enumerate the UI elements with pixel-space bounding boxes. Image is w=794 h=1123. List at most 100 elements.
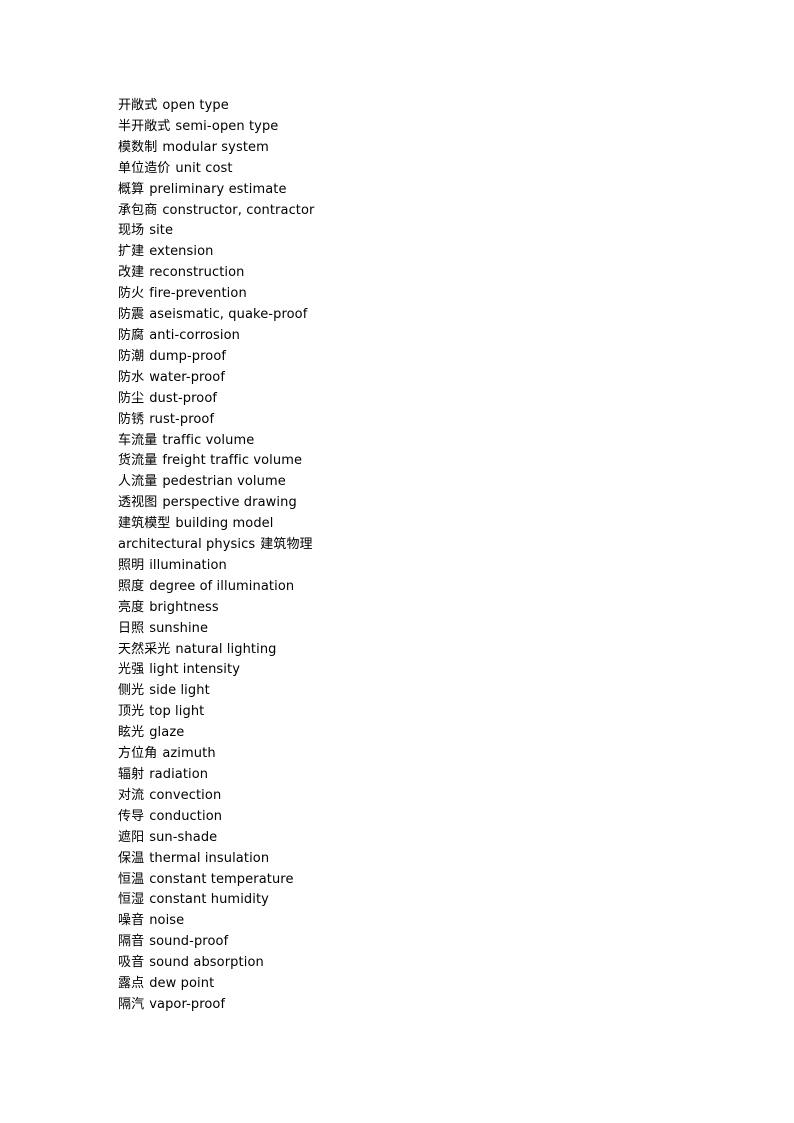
glossary-term-source: 透视图: [118, 495, 158, 511]
glossary-term-translation: 建筑物理: [260, 537, 313, 553]
glossary-term-source: 日照: [118, 620, 145, 636]
glossary-entry: 隔音 sound-proof: [118, 932, 718, 953]
glossary-entry: 承包商 constructor, contractor: [118, 201, 718, 222]
glossary-term-translation: glaze: [149, 725, 185, 741]
glossary-term-translation: rust-proof: [149, 411, 215, 427]
glossary-term-source: 侧光: [118, 683, 145, 699]
glossary-entry: 扩建 extension: [118, 242, 718, 263]
glossary-term-translation: water-proof: [149, 369, 225, 385]
glossary-term-translation: constant humidity: [149, 892, 269, 908]
glossary-term-translation: side light: [149, 683, 210, 699]
glossary-term-source: 防震: [118, 307, 145, 323]
glossary-entry: 吸音 sound absorption: [118, 953, 718, 974]
glossary-term-translation: illumination: [149, 557, 227, 573]
glossary-term-list: 开敞式 open type 半开敞式 semi-open type 模数制 modular…: [118, 96, 718, 1016]
glossary-term-source: 对流: [118, 787, 145, 803]
glossary-term-translation: degree of illumination: [149, 578, 295, 594]
glossary-term-translation: pedestrian volume: [162, 474, 286, 490]
glossary-entry: 眩光 glaze: [118, 723, 718, 744]
glossary-term-source: 辐射: [118, 767, 145, 782]
glossary-entry: 防锈 rust-proof: [118, 410, 718, 431]
glossary-term-source: 方位角: [118, 746, 158, 762]
glossary-term-translation: top light: [149, 704, 205, 720]
glossary-term-source: 照度: [118, 578, 145, 594]
glossary-entry: 照明 illumination: [118, 556, 718, 577]
glossary-entry: 现场 site: [118, 221, 718, 242]
glossary-term-source: 概算: [118, 181, 145, 197]
glossary-term-source: 恒湿: [118, 892, 145, 908]
glossary-term-translation: thermal insulation: [149, 850, 270, 866]
glossary-term-translation: radiation: [149, 767, 209, 782]
glossary-term-translation: freight traffic volume: [162, 453, 303, 469]
glossary-entry: 人流量 pedestrian volume: [118, 472, 718, 493]
glossary-entry: 防潮 dump-proof: [118, 347, 718, 368]
glossary-entry: 隔汽 vapor-proof: [118, 995, 718, 1016]
glossary-entry: 货流量 freight traffic volume: [118, 451, 718, 472]
glossary-term-translation: extension: [149, 244, 214, 260]
glossary-term-source: 防火: [118, 286, 145, 302]
glossary-entry: 防尘 dust-proof: [118, 389, 718, 410]
glossary-entry: 防火 fire-prevention: [118, 284, 718, 305]
glossary-entry: 日照 sunshine: [118, 619, 718, 640]
glossary-term-source: 天然采光: [118, 641, 171, 657]
glossary-entry: 光强 light intensity: [118, 660, 718, 681]
glossary-term-source: 恒温: [118, 871, 145, 887]
glossary-term-translation: conduction: [149, 808, 223, 824]
glossary-term-source: 噪音: [118, 913, 145, 929]
glossary-entry: 侧光 side light: [118, 681, 718, 702]
glossary-term-translation: building model: [175, 516, 274, 532]
glossary-term-source: 防锈: [118, 411, 145, 427]
glossary-term-source: 眩光: [118, 725, 145, 741]
glossary-term-source: 防尘: [118, 390, 145, 406]
glossary-term-source: 单位造价: [118, 160, 171, 176]
glossary-term-translation: traffic volume: [162, 432, 255, 448]
glossary-term-source: 光强: [118, 662, 145, 678]
glossary-term-source: 防水: [118, 369, 145, 385]
glossary-entry: 方位角 azimuth: [118, 744, 718, 765]
glossary-term-source: 遮阳: [118, 829, 145, 845]
glossary-entry: 遮阳 sun-shade: [118, 828, 718, 849]
glossary-entry: 车流量 traffic volume: [118, 431, 718, 452]
glossary-term-source: 改建: [118, 265, 145, 281]
glossary-term-translation: dump-proof: [149, 348, 227, 364]
glossary-term-translation: light intensity: [149, 662, 241, 678]
document-page: 开敞式 open type 半开敞式 semi-open type 模数制 modular…: [0, 0, 794, 1123]
glossary-entry: 半开敞式 semi-open type: [118, 117, 718, 138]
glossary-term-translation: dew point: [149, 976, 215, 992]
glossary-entry: 辐射 radiation: [118, 765, 718, 786]
glossary-entry: architectural physics 建筑物理: [118, 535, 718, 556]
glossary-term-source: 保温: [118, 850, 145, 866]
glossary-entry: 开敞式 open type: [118, 96, 718, 117]
glossary-term-source: 货流量: [118, 453, 158, 469]
glossary-term-translation: preliminary estimate: [149, 181, 287, 197]
glossary-entry: 保温 thermal insulation: [118, 849, 718, 870]
glossary-term-source: architectural physics: [118, 537, 256, 553]
glossary-term-translation: anti-corrosion: [149, 327, 241, 343]
glossary-term-source: 承包商: [118, 202, 158, 218]
glossary-term-translation: sound-proof: [149, 934, 229, 950]
glossary-term-translation: azimuth: [162, 746, 216, 762]
glossary-term-source: 开敞式: [118, 98, 158, 113]
glossary-term-translation: aseismatic, quake-proof: [149, 307, 308, 323]
glossary-term-translation: sunshine: [149, 620, 209, 636]
glossary-term-source: 顶光: [118, 704, 145, 720]
glossary-term-source: 隔音: [118, 934, 145, 950]
glossary-term-translation: constant temperature: [149, 871, 294, 887]
glossary-entry: 概算 preliminary estimate: [118, 180, 718, 201]
glossary-term-source: 照明: [118, 557, 145, 573]
glossary-entry: 防震 aseismatic, quake-proof: [118, 305, 718, 326]
glossary-term-source: 隔汽: [118, 996, 145, 1012]
glossary-entry: 透视图 perspective drawing: [118, 493, 718, 514]
glossary-term-source: 建筑模型: [118, 516, 171, 532]
glossary-entry: 传导 conduction: [118, 807, 718, 828]
glossary-term-translation: noise: [149, 913, 185, 929]
glossary-term-translation: dust-proof: [149, 390, 218, 406]
glossary-entry: 噪音 noise: [118, 911, 718, 932]
glossary-entry: 恒湿 constant humidity: [118, 890, 718, 911]
glossary-term-source: 防潮: [118, 348, 145, 364]
glossary-entry: 建筑模型 building model: [118, 514, 718, 535]
glossary-term-translation: modular system: [162, 139, 269, 155]
glossary-term-translation: site: [149, 223, 174, 239]
glossary-term-translation: open type: [162, 98, 229, 113]
glossary-term-source: 扩建: [118, 244, 145, 260]
